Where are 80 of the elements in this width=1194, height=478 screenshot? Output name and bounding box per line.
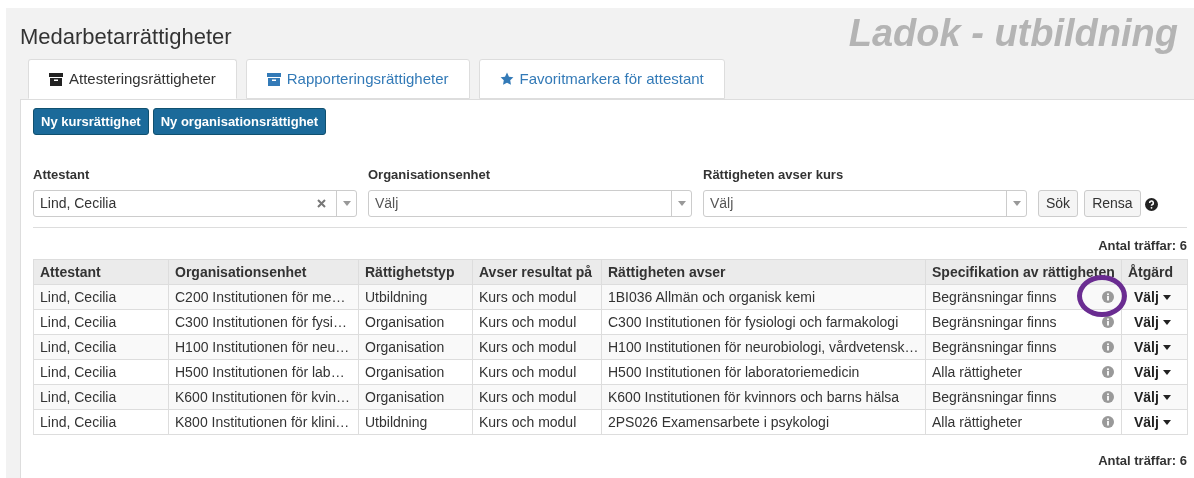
table-cell: H100 Institutionen för neurobiologi, vårdvetensk… (601, 334, 926, 360)
info-icon[interactable] (1102, 291, 1114, 303)
info-icon[interactable] (1102, 341, 1114, 353)
table-cell: Lind, Cecilia (33, 359, 169, 385)
table-cell: Lind, Cecilia (33, 309, 169, 335)
table-cell: Organisation (358, 309, 473, 335)
reset-button[interactable]: Rensa (1084, 189, 1141, 217)
table-cell-text: Begränsningar finns (932, 387, 1057, 407)
table-cell: K600 Institutionen för kvin… (168, 384, 359, 410)
new-right-button[interactable]: Ny kursrättighet (33, 108, 149, 135)
tab[interactable]: Rapporteringsrättigheter (245, 59, 470, 99)
tab[interactable]: Favoritmarkera för attestant (478, 59, 725, 99)
filter-select[interactable]: Lind, Cecilia (33, 189, 357, 217)
table-cell: Lind, Cecilia (33, 384, 169, 410)
caret-icon (1162, 419, 1171, 425)
info-icon[interactable] (1102, 391, 1114, 403)
table-cell: H500 Institutionen för lab… (168, 359, 359, 385)
table-cell: Organisation (358, 384, 473, 410)
table-cell: H100 Institutionen för neu… (168, 334, 359, 360)
column-header: Rättighetstyp (358, 259, 473, 285)
page-title: Medarbetarrättigheter (20, 23, 232, 51)
table-cell: Organisation (358, 359, 473, 385)
table-cell: Kurs och modul (472, 309, 602, 335)
table-cell: Kurs och modul (472, 284, 602, 310)
column-header: Attestant (33, 259, 169, 285)
table-cell: Lind, Cecilia (33, 284, 169, 310)
column-header: Organisationsenhet (168, 259, 359, 285)
table-cell: Organisation (358, 334, 473, 360)
column-header: Specifikation av rättigheten (925, 259, 1122, 285)
column-header: Rättigheten avser (601, 259, 926, 285)
caret-icon (1162, 319, 1171, 325)
table-cell: Kurs och modul (472, 359, 602, 385)
table-cell: K800 Institutionen för klini… (168, 409, 359, 435)
caret-icon (1162, 344, 1171, 350)
table-cell: C300 Institutionen för fysi… (168, 309, 359, 335)
hit-count: Antal träffar: 6 (1098, 452, 1187, 470)
column-header: Avser resultat på (472, 259, 602, 285)
clear-icon[interactable] (317, 198, 326, 208)
table-cell: K600 Institutionen för kvinnors och barns hälsa (601, 384, 926, 410)
table-cell: Lind, Cecilia (33, 409, 169, 435)
table-cell: Utbildning (358, 409, 473, 435)
column-header: Åtgärd (1121, 259, 1188, 285)
table-cell-text: Begränsningar finns (932, 312, 1057, 332)
table-cell: 2PS026 Examensarbete i psykologi (601, 409, 926, 435)
tab[interactable]: Attesteringsrättigheter (28, 59, 237, 99)
caret-icon (1162, 394, 1171, 400)
table-cell: Lind, Cecilia (33, 334, 169, 360)
dropdown-caret-icon (342, 200, 351, 206)
archive-icon (266, 72, 281, 86)
archive-icon (49, 72, 63, 86)
brand-wordmark: Ladok - utbildning (848, 14, 1178, 52)
filter-label: Rättigheten avser kurs (703, 166, 845, 184)
search-button[interactable]: Sök (1038, 189, 1079, 217)
table-cell: 1BI036 Allmän och organisk kemi (601, 284, 926, 310)
caret-icon (1162, 369, 1171, 375)
table-cell: C300 Institutionen för fysiologi och farmakologi (601, 309, 926, 335)
filter-select[interactable]: Välj (703, 189, 1027, 217)
new-right-button[interactable]: Ny organisationsrättighet (152, 108, 327, 135)
table-cell: C200 Institutionen för me… (168, 284, 359, 310)
hit-count: Antal träffar: 6 (1098, 236, 1187, 255)
table-cell: H500 Institutionen för laboratoriemedicin (601, 359, 926, 385)
table-cell-text: Begränsningar finns (932, 287, 1057, 307)
dropdown-caret-icon (677, 200, 686, 206)
info-icon[interactable] (1102, 366, 1114, 378)
help-icon[interactable] (1144, 197, 1158, 211)
dropdown-caret-icon (1012, 200, 1021, 206)
star-icon (499, 72, 514, 86)
table-cell: Kurs och modul (472, 409, 602, 435)
table-cell: Utbildning (358, 284, 473, 310)
filter-select[interactable]: Välj (368, 189, 692, 217)
info-icon[interactable] (1102, 316, 1114, 328)
table-cell-text: Begränsningar finns (932, 337, 1057, 357)
table-cell-text: Alla rättigheter (932, 362, 1023, 382)
table-cell: Kurs och modul (472, 334, 602, 360)
info-icon[interactable] (1102, 416, 1114, 428)
filter-label: Organisationsenhet (368, 166, 492, 184)
filter-label: Attestant (33, 166, 91, 184)
caret-icon (1162, 294, 1171, 300)
table-cell: Kurs och modul (472, 384, 602, 410)
table-cell-text: Alla rättigheter (932, 412, 1023, 432)
